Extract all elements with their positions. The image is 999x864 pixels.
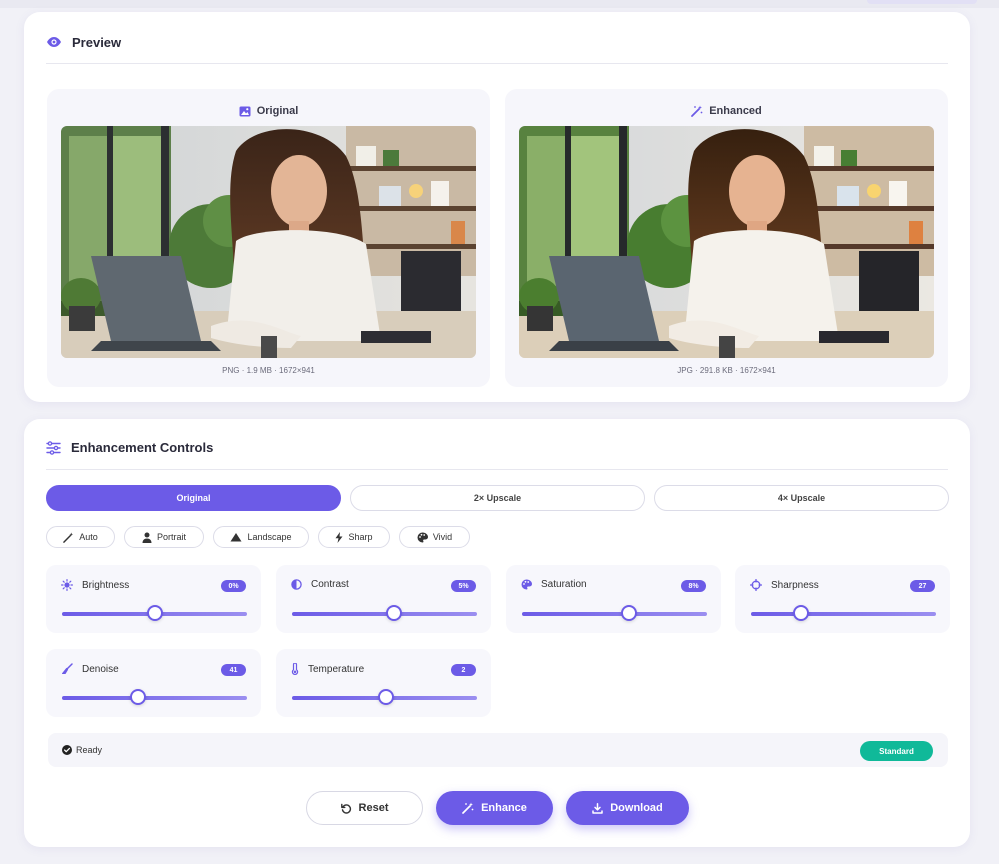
mode-badge: Standard [860, 741, 933, 761]
tab-original[interactable]: Original [46, 485, 341, 511]
slider-sharpness-value: 27 [910, 580, 935, 592]
slider-denoise-value: 41 [221, 664, 246, 676]
controls-divider [46, 469, 948, 470]
undo-icon [340, 803, 352, 814]
enhanced-pane: Enhanced JPG · 291.8 KB · 1672×941 [505, 89, 948, 387]
person-icon [142, 532, 152, 543]
palette-icon [417, 532, 428, 543]
sun-icon [61, 579, 73, 591]
slider-knob[interactable] [792, 605, 809, 621]
magic-wand-icon [63, 531, 74, 543]
slider-sharpness-label: Sharpness [771, 579, 819, 591]
slider-contrast-value: 5% [451, 580, 476, 592]
original-meta: PNG · 1.9 MB · 1672×941 [222, 366, 315, 375]
magic-wand-icon [691, 105, 703, 117]
preset-vivid-label: Vivid [432, 532, 453, 542]
preset-auto[interactable]: Auto [46, 526, 115, 548]
slider-brightness-value: 0% [221, 580, 246, 592]
controls-card [24, 419, 970, 847]
reset-label: Reset [358, 802, 389, 814]
top-pill [867, 0, 977, 4]
tab-4x-label: 4× Upscale [777, 493, 826, 503]
slider-track[interactable] [292, 612, 477, 616]
enhanced-meta: JPG · 291.8 KB · 1672×941 [677, 366, 776, 375]
slider-saturation: Saturation 8% [506, 565, 721, 633]
enhance-button[interactable]: Enhance [436, 791, 553, 825]
slider-sharpness-header: Sharpness [750, 579, 819, 591]
slider-knob[interactable] [146, 605, 163, 621]
original-header: Original [47, 105, 490, 117]
sliders-icon [46, 440, 61, 455]
mountain-icon [230, 532, 242, 542]
preset-sharp-label: Sharp [348, 532, 373, 542]
status-ready: Ready [62, 745, 102, 755]
tab-original-label: Original [176, 493, 211, 503]
slider-track[interactable] [62, 696, 247, 700]
bolt-icon [335, 531, 343, 543]
slider-contrast-header: Contrast [291, 579, 349, 590]
status-bar: Ready Standard [48, 733, 948, 767]
slider-denoise-header: Denoise [61, 663, 119, 675]
tab-2x-upscale[interactable]: 2× Upscale [350, 485, 645, 511]
contrast-icon [291, 579, 302, 590]
controls-title: Enhancement Controls [71, 440, 214, 455]
check-circle-icon [62, 745, 72, 755]
preset-sharp[interactable]: Sharp [318, 526, 390, 548]
preset-vivid[interactable]: Vivid [399, 526, 470, 548]
original-label: Original [256, 105, 299, 117]
slider-knob[interactable] [385, 605, 402, 621]
image-icon [239, 106, 251, 117]
slider-brightness-label: Brightness [82, 579, 130, 591]
preview-card: Preview Original PNG · 1.9 MB · 1672×941… [24, 12, 970, 402]
slider-temperature-header: Temperature [291, 663, 364, 675]
slider-track[interactable] [751, 612, 936, 616]
preview-header: Preview [46, 34, 121, 50]
preview-title: Preview [72, 34, 122, 50]
eye-icon [46, 34, 62, 50]
slider-denoise-label: Denoise [82, 663, 119, 675]
tab-2x-label: 2× Upscale [473, 493, 522, 503]
preset-auto-label: Auto [79, 532, 98, 542]
slider-brightness-header: Brightness [61, 579, 129, 591]
slider-saturation-label: Saturation [541, 579, 587, 590]
top-strip [0, 0, 999, 8]
download-button[interactable]: Download [566, 791, 689, 825]
enhance-label: Enhance [481, 802, 527, 814]
thermometer-icon [291, 663, 299, 675]
preset-landscape[interactable]: Landscape [213, 526, 309, 548]
slider-temperature-label: Temperature [308, 663, 365, 675]
tab-4x-upscale[interactable]: 4× Upscale [654, 485, 949, 511]
original-pane: Original PNG · 1.9 MB · 1672×941 [47, 89, 490, 387]
palette-icon [521, 579, 532, 590]
preview-divider [46, 63, 948, 64]
slider-contrast: Contrast 5% [276, 565, 491, 633]
crosshair-icon [750, 579, 762, 591]
slider-track[interactable] [522, 612, 707, 616]
broom-icon [61, 663, 73, 675]
reset-button[interactable]: Reset [306, 791, 423, 825]
slider-sharpness: Sharpness 27 [735, 565, 950, 633]
slider-knob[interactable] [378, 689, 395, 705]
slider-knob[interactable] [129, 689, 146, 705]
download-label: Download [610, 802, 663, 814]
preset-portrait[interactable]: Portrait [124, 526, 204, 548]
preset-portrait-label: Portrait [156, 532, 186, 542]
slider-temperature-value: 2 [451, 664, 476, 676]
slider-saturation-value: 8% [681, 580, 706, 592]
status-text: Ready [76, 745, 103, 755]
slider-knob[interactable] [621, 605, 638, 621]
download-icon [592, 802, 603, 814]
slider-brightness: Brightness 0% [46, 565, 261, 633]
slider-contrast-label: Contrast [311, 579, 349, 590]
controls-header: Enhancement Controls [46, 440, 213, 455]
slider-denoise: Denoise 41 [46, 649, 261, 717]
magic-wand-icon [462, 802, 474, 814]
slider-temperature: Temperature 2 [276, 649, 491, 717]
enhanced-photo [519, 126, 934, 358]
preset-landscape-label: Landscape [247, 532, 292, 542]
enhanced-label: Enhanced [709, 105, 762, 117]
original-photo [61, 126, 476, 358]
slider-saturation-header: Saturation [521, 579, 587, 590]
enhanced-header: Enhanced [505, 105, 948, 117]
